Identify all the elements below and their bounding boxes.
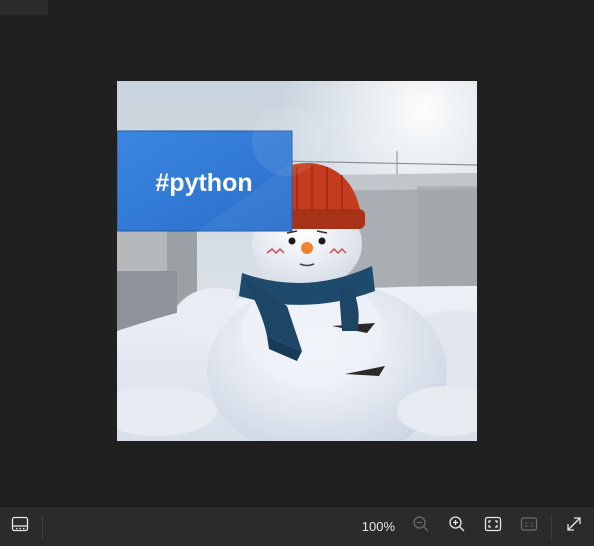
expand-button[interactable]: [556, 511, 592, 543]
fit-to-window-button[interactable]: [475, 511, 511, 543]
zoom-in-icon: [448, 515, 466, 538]
python-tag-text: #python: [155, 169, 252, 197]
top-tab-strip[interactable]: [0, 0, 48, 15]
zoom-level-label: 100%: [361, 519, 395, 534]
toolbar-divider: [42, 514, 43, 539]
snowman-photo-illustration: #python: [117, 81, 477, 441]
expand-icon: [565, 515, 583, 538]
photo-snowman: #python: [117, 81, 477, 441]
fit-to-window-icon: [484, 516, 502, 537]
toolbar-divider-right: [551, 514, 552, 539]
filmstrip-button[interactable]: [2, 511, 38, 543]
actual-size-button[interactable]: 1:1: [511, 511, 547, 543]
viewer-toolbar: 100% 1:1: [0, 506, 594, 546]
zoom-out-icon: [412, 515, 430, 538]
filmstrip-icon: [11, 516, 29, 537]
actual-size-label: 1:1: [524, 522, 534, 529]
photo-viewer: #python 100% 1:1: [0, 0, 594, 546]
zoom-in-button[interactable]: [439, 511, 475, 543]
actual-size-icon: 1:1: [520, 516, 538, 537]
zoom-out-button[interactable]: [403, 511, 439, 543]
